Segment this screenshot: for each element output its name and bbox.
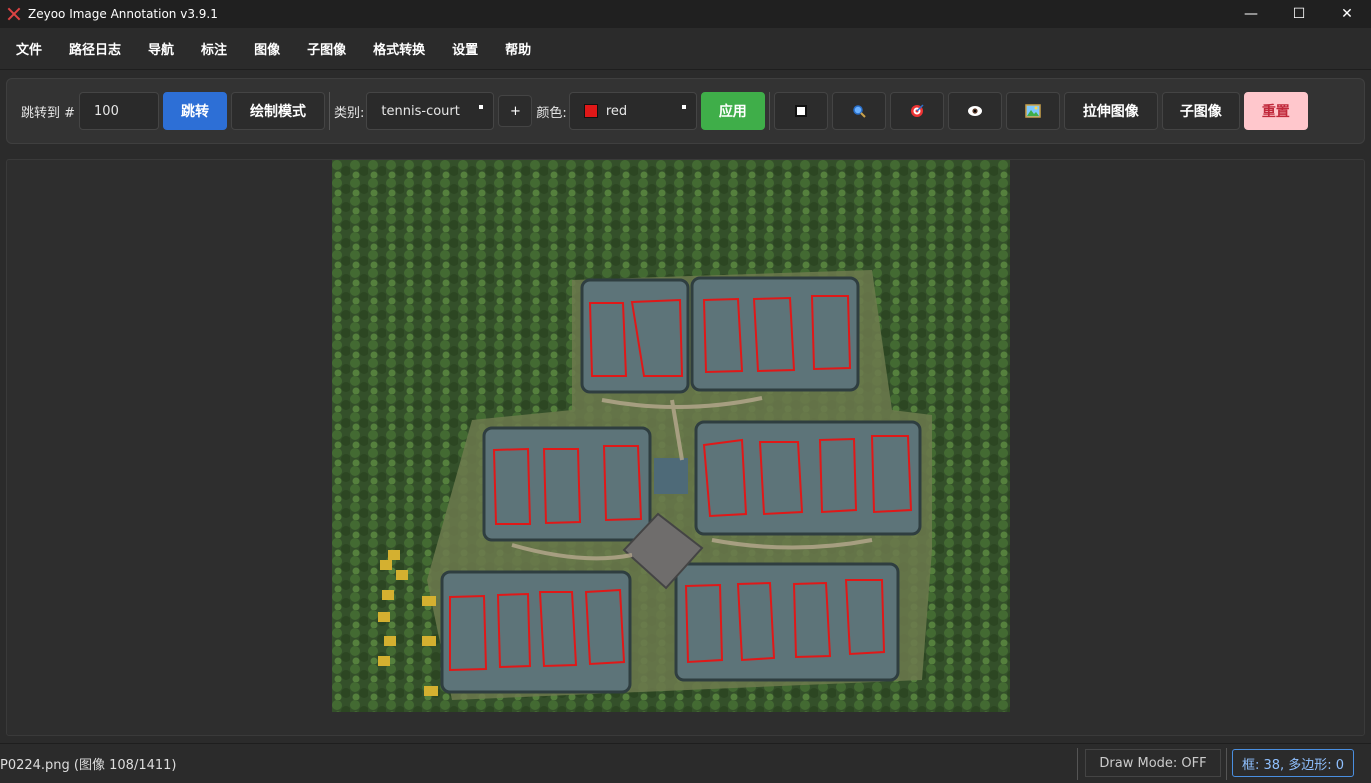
menu-settings[interactable]: 设置 [452,39,478,58]
toolbar-separator [768,92,770,130]
add-category-button[interactable]: + [498,95,533,127]
menu-file[interactable]: 文件 [16,39,42,58]
window-title: Zeyoo Image Annotation v3.9.1 [28,7,218,21]
chevron-down-icon [681,105,686,109]
aerial-photo-graphic [332,160,1010,712]
rect-tool-button[interactable] [773,92,828,130]
status-separator [1077,748,1078,780]
category-value: tennis-court [381,103,460,119]
status-draw-mode: Draw Mode: OFF [1085,749,1221,777]
aerial-image[interactable] [332,160,1010,712]
chevron-down-icon [479,105,484,109]
menu-path-log[interactable]: 路径日志 [69,39,121,58]
menu-format-convert[interactable]: 格式转换 [373,39,425,58]
title-bar: Zeyoo Image Annotation v3.9.1 — ☐ ✕ [0,0,1371,28]
menu-help[interactable]: 帮助 [505,39,531,58]
color-value: red [605,103,628,119]
status-file-name: P0224.png (图像 108/1411) [0,758,177,773]
menu-bar: 文件 路径日志 导航 标注 图像 子图像 格式转换 设置 帮助 [0,28,1371,70]
color-label: 颜色: [536,105,567,121]
status-annotation-count: 框: 38, 多边形: 0 [1232,749,1354,777]
app-logo-icon [6,6,22,22]
status-bar: P0224.png (图像 108/1411) Draw Mode: OFF 框… [0,743,1371,783]
jump-button[interactable]: 跳转 [163,92,228,130]
category-select[interactable]: tennis-court [366,92,495,130]
status-separator [1226,748,1227,780]
stretch-image-button[interactable]: 拉伸图像 [1063,92,1158,130]
zoom-tool-button[interactable] [831,92,886,130]
menu-annotate[interactable]: 标注 [201,39,227,58]
target-icon [910,104,924,117]
subimage-button[interactable]: 子图像 [1161,92,1240,130]
maximize-button[interactable]: ☐ [1275,0,1323,28]
window-controls: — ☐ ✕ [1227,0,1371,28]
color-select[interactable]: red [568,92,697,130]
eye-icon [967,106,982,116]
target-tool-button[interactable] [889,92,944,130]
apply-button[interactable]: 应用 [700,92,765,130]
draw-mode-button[interactable]: 绘制模式 [231,92,326,130]
visibility-button[interactable] [947,92,1002,130]
canvas-area[interactable] [6,159,1365,736]
toolbar-separator [329,92,331,130]
color-swatch [583,104,598,118]
menu-navigate[interactable]: 导航 [148,39,174,58]
image-view-button[interactable] [1005,92,1060,130]
magnifier-icon [853,105,866,118]
toolbar: 跳转到 # 100 跳转 绘制模式 类别: tennis-court + 颜色:… [6,78,1365,144]
jump-input[interactable]: 100 [79,92,160,130]
menu-image[interactable]: 图像 [254,39,280,58]
jump-label: 跳转到 # [21,105,76,121]
square-icon [794,105,807,117]
close-button[interactable]: ✕ [1323,0,1371,28]
menu-subimage[interactable]: 子图像 [307,39,346,58]
minimize-button[interactable]: — [1227,0,1275,28]
app-window: Zeyoo Image Annotation v3.9.1 — ☐ ✕ 文件 路… [0,0,1371,783]
picture-icon [1025,104,1041,118]
category-label: 类别: [334,105,365,121]
reset-button[interactable]: 重置 [1243,92,1308,130]
